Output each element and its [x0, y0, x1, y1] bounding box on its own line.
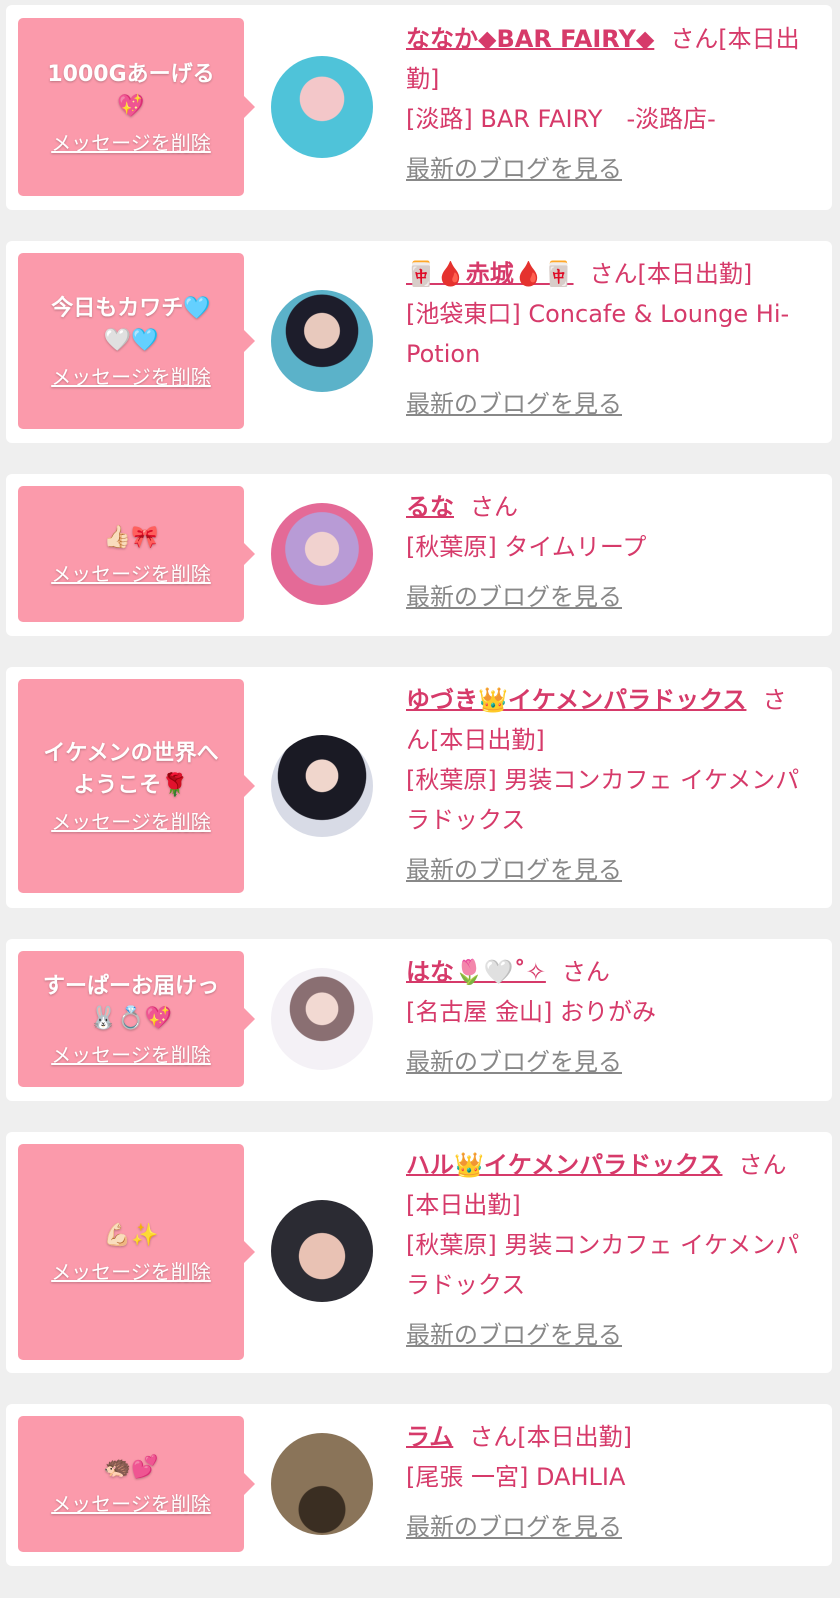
- avatar[interactable]: [271, 503, 373, 605]
- cast-name-link[interactable]: るな: [406, 493, 454, 521]
- avatar[interactable]: [271, 968, 373, 1070]
- blog-link[interactable]: 最新のブログを見る: [406, 850, 622, 890]
- delete-message-link[interactable]: メッセージを削除: [51, 1488, 211, 1517]
- cast-name-link[interactable]: 🀄🩸赤城🩸🀄: [406, 260, 574, 288]
- cast-name-link[interactable]: ゆづき👑イケメンパラドックス: [406, 686, 746, 714]
- cast-status: さん[本日出勤]: [469, 1423, 633, 1451]
- cast-info: ゆづき👑イケメンパラドックス さん[本日出勤] [秋葉原] 男装コンカフェ イケメ…: [406, 680, 801, 890]
- avatar[interactable]: [271, 1433, 373, 1535]
- blog-link[interactable]: 最新のブログを見る: [406, 1042, 622, 1082]
- message-text: 💪🏻✨: [103, 1222, 159, 1248]
- shop-label: [池袋東口] Concafe & Lounge Hi-Potion: [406, 300, 790, 368]
- shop-label: [秋葉原] 男装コンカフェ イケメンパラドックス: [406, 766, 800, 834]
- cast-card: イケメンの世界へ ようこそ🌹 メッセージを削除 ゆづき👑イケメンパラドックス さん…: [6, 667, 832, 908]
- message-text: 🦔💕: [103, 1454, 159, 1480]
- shop-label: [秋葉原] 男装コンカフェ イケメンパラドックス: [406, 1231, 800, 1299]
- cast-info: はな🌷🤍˚✧ さん [名古屋 金山] おりがみ 最新のブログを見る: [406, 952, 801, 1082]
- message-text: 👍🏻🎀: [103, 524, 159, 550]
- message-bubble: すーぱーお届けっ 🐰💍💖 メッセージを削除: [18, 951, 255, 1087]
- cast-card: 今日もカワチ🩵 🤍🩵 メッセージを削除 🀄🩸赤城🩸🀄 さん[本日出勤] [池袋東口…: [6, 241, 832, 443]
- delete-message-link[interactable]: メッセージを削除: [51, 361, 211, 390]
- shop-label: [秋葉原] タイムリープ: [406, 533, 647, 561]
- delete-message-link[interactable]: メッセージを削除: [51, 806, 211, 835]
- delete-message-link[interactable]: メッセージを削除: [51, 1256, 211, 1285]
- shop-label: [淡路] BAR FAIRY -淡路店-: [406, 105, 716, 133]
- message-text: 今日もカワチ🩵 🤍🩵: [51, 295, 211, 353]
- message-bubble: 🦔💕 メッセージを削除: [18, 1416, 255, 1552]
- cast-info: 🀄🩸赤城🩸🀄 さん[本日出勤] [池袋東口] Concafe & Lounge H…: [406, 254, 801, 424]
- cast-info: るな さん [秋葉原] タイムリープ 最新のブログを見る: [406, 487, 801, 617]
- blog-link[interactable]: 最新のブログを見る: [406, 384, 622, 424]
- cast-card: 🦔💕 メッセージを削除 ラム さん[本日出勤] [尾張 一宮] DAHLIA 最新…: [6, 1404, 832, 1566]
- blog-link[interactable]: 最新のブログを見る: [406, 149, 622, 189]
- avatar[interactable]: [271, 1200, 373, 1302]
- message-bubble: 1000Gあーげる 💖 メッセージを削除: [18, 18, 255, 196]
- cast-card: 1000Gあーげる 💖 メッセージを削除 ななか◆BAR FAIRY◆ さん[本日…: [6, 5, 832, 210]
- shop-label: [尾張 一宮] DAHLIA: [406, 1463, 626, 1491]
- avatar[interactable]: [271, 290, 373, 392]
- cast-name-link[interactable]: ラム: [406, 1423, 453, 1451]
- blog-link[interactable]: 最新のブログを見る: [406, 1315, 622, 1355]
- cast-name-link[interactable]: ハル👑イケメンパラドックス: [406, 1151, 722, 1179]
- message-bubble: 今日もカワチ🩵 🤍🩵 メッセージを削除: [18, 253, 255, 429]
- cast-status: さん[本日出勤]: [589, 260, 753, 288]
- cast-status: さん: [470, 493, 518, 521]
- cast-info: ななか◆BAR FAIRY◆ さん[本日出勤] [淡路] BAR FAIRY -淡…: [406, 19, 801, 189]
- cast-name-link[interactable]: ななか◆BAR FAIRY◆: [406, 25, 654, 53]
- blog-link[interactable]: 最新のブログを見る: [406, 1507, 622, 1547]
- avatar[interactable]: [271, 56, 373, 158]
- cast-card: すーぱーお届けっ 🐰💍💖 メッセージを削除 はな🌷🤍˚✧ さん [名古屋 金山] …: [6, 939, 832, 1101]
- message-bubble: イケメンの世界へ ようこそ🌹 メッセージを削除: [18, 679, 255, 893]
- message-text: イケメンの世界へ ようこそ🌹: [43, 740, 219, 798]
- cast-info: ハル👑イケメンパラドックス さん[本日出勤] [秋葉原] 男装コンカフェ イケメン…: [406, 1145, 801, 1355]
- message-text: すーぱーお届けっ 🐰💍💖: [42, 973, 219, 1031]
- avatar[interactable]: [271, 735, 373, 837]
- shop-label: [名古屋 金山] おりがみ: [406, 998, 656, 1026]
- cast-card: 💪🏻✨ メッセージを削除 ハル👑イケメンパラドックス さん[本日出勤] [秋葉原]…: [6, 1132, 832, 1373]
- delete-message-link[interactable]: メッセージを削除: [51, 558, 211, 587]
- message-text: 1000Gあーげる 💖: [47, 61, 215, 119]
- cast-status: さん: [561, 958, 610, 986]
- delete-message-link[interactable]: メッセージを削除: [51, 127, 211, 156]
- message-bubble: 💪🏻✨ メッセージを削除: [18, 1144, 255, 1360]
- cast-name-link[interactable]: はな🌷🤍˚✧: [406, 958, 546, 986]
- cast-info: ラム さん[本日出勤] [尾張 一宮] DAHLIA 最新のブログを見る: [406, 1417, 801, 1547]
- delete-message-link[interactable]: メッセージを削除: [51, 1039, 211, 1068]
- blog-link[interactable]: 最新のブログを見る: [406, 577, 622, 617]
- message-bubble: 👍🏻🎀 メッセージを削除: [18, 486, 255, 622]
- cast-card: 👍🏻🎀 メッセージを削除 るな さん [秋葉原] タイムリープ 最新のブログを見る: [6, 474, 832, 636]
